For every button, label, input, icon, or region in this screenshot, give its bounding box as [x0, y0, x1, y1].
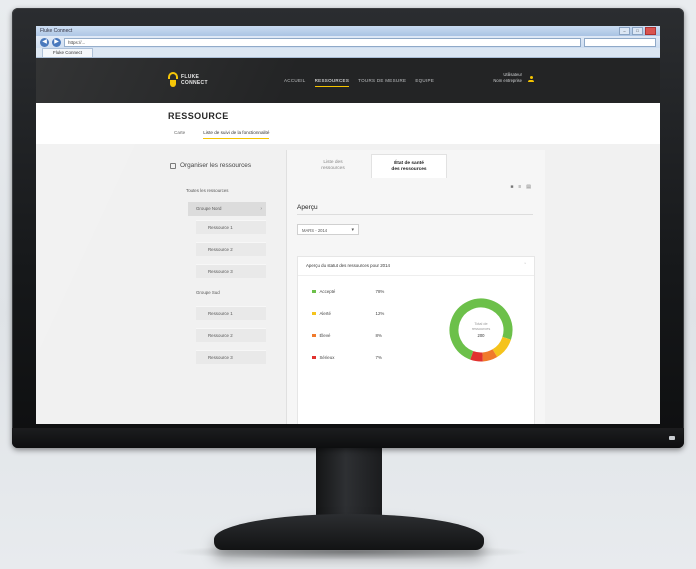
- main-nav: ACCUEIL RESSOURCES TOURS DE MESURE EQUIP…: [284, 78, 434, 87]
- close-icon[interactable]: [645, 27, 656, 35]
- power-button-icon: [669, 436, 675, 440]
- legend-value: 78%: [375, 289, 385, 294]
- status-card: Aperçu du statut des ressources pour 201…: [297, 256, 535, 424]
- browser-title-bar: Fluke Connect – □: [36, 26, 660, 36]
- list-icon[interactable]: ≡: [518, 184, 521, 190]
- sidebar-item-label: Groupe Nord: [196, 206, 222, 211]
- logo-line2: CONNECT: [181, 80, 208, 86]
- back-button[interactable]: ◀: [40, 37, 49, 47]
- donut-center-label: Total de ressources: [471, 321, 491, 331]
- subtab-carte[interactable]: Carte: [174, 130, 185, 139]
- organize-resources-button[interactable]: Organiser les ressources: [170, 162, 251, 169]
- window-controls: – □: [619, 27, 656, 35]
- chart-icon[interactable]: ▤: [526, 184, 531, 190]
- legend-item: Sérieux 7%: [312, 355, 412, 360]
- address-bar[interactable]: https://...: [64, 37, 581, 47]
- browser-address-row: ◀ ▶ https://...: [36, 36, 660, 48]
- divider: [297, 214, 533, 215]
- legend-label: Accepté: [319, 289, 336, 294]
- monitor-chin: [12, 428, 684, 448]
- nav-ressources[interactable]: RESSOURCES: [314, 78, 350, 87]
- chevron-right-icon: ›: [260, 206, 262, 212]
- grid-icon[interactable]: ■: [510, 184, 513, 190]
- legend-swatch: [312, 333, 316, 338]
- legend-label: Alerté: [319, 311, 331, 316]
- browser-tab-row: Fluke Connect: [36, 48, 660, 58]
- fluke-connect-logo[interactable]: FLUKE CONNECT: [168, 72, 208, 88]
- sidebar-item-ressource[interactable]: Ressource 2: [196, 242, 266, 256]
- window-title: Fluke Connect: [40, 28, 73, 34]
- sidebar-item-ressource[interactable]: Ressource 1: [196, 306, 266, 320]
- user-company: Nom entreprise: [493, 78, 522, 83]
- nav-equipe[interactable]: EQUIPE: [415, 78, 434, 87]
- card-header[interactable]: Aperçu du statut des ressources pour 201…: [298, 257, 534, 276]
- legend-label: Sérieux: [319, 355, 335, 360]
- donut-center-value: 200: [477, 333, 485, 339]
- chevron-down-icon: ˇ: [524, 263, 526, 269]
- legend-value: 8%: [375, 333, 382, 338]
- main-content: Organiser les ressources Toutes les ress…: [36, 144, 660, 424]
- app-header: FLUKE CONNECT ACCUEIL RESSOURCES TOURS D…: [36, 58, 660, 103]
- legend-swatch: [312, 355, 316, 360]
- browser-search-input[interactable]: [584, 37, 656, 47]
- user-icon[interactable]: [528, 76, 534, 82]
- status-donut-chart: Total de ressources 200: [446, 295, 516, 365]
- sidebar-item-groupe-sud[interactable]: Groupe Sud: [188, 286, 266, 300]
- logo-text: FLUKE CONNECT: [181, 74, 208, 86]
- page-header: RESSOURCE Carte Liste de suivi de la fon…: [36, 103, 660, 146]
- donut-center: Total de ressources 200: [446, 295, 516, 365]
- tab-label: des ressources: [391, 166, 427, 172]
- fluke-logo-icon: [168, 72, 178, 88]
- sidebar-item-ressource[interactable]: Ressource 3: [196, 264, 266, 278]
- chevron-down-icon: ▾: [351, 227, 354, 233]
- card-title: Aperçu du statut des ressources pour 201…: [306, 263, 390, 268]
- organize-icon: [170, 162, 176, 169]
- tab-liste-ressources[interactable]: Liste des ressources: [295, 154, 371, 178]
- nav-accueil[interactable]: ACCUEIL: [284, 78, 306, 87]
- page-title: RESSOURCE: [168, 111, 229, 121]
- minimize-icon[interactable]: –: [619, 27, 630, 35]
- maximize-icon[interactable]: □: [632, 27, 643, 35]
- sidebar-item-ressource[interactable]: Ressource 3: [196, 350, 266, 364]
- period-select[interactable]: MARS - 2014 ▾: [297, 224, 359, 235]
- user-menu[interactable]: Utilisateur Nom entreprise: [493, 72, 522, 84]
- legend-item: Accepté 78%: [312, 289, 412, 294]
- page-subtabs: Carte Liste de suivi de la fonctionnalit…: [174, 130, 270, 139]
- organize-label: Organiser les ressources: [180, 162, 252, 169]
- legend-item: Élevé 8%: [312, 333, 412, 338]
- tab-etat-sante[interactable]: État de santé des ressources: [371, 154, 447, 178]
- monitor-stand-neck: [316, 446, 382, 524]
- sidebar-item-ressource[interactable]: Ressource 2: [196, 328, 266, 342]
- monitor-screen: Fluke Connect – □ ◀ ▶ https://... Fluke …: [36, 26, 660, 424]
- forward-button[interactable]: ▶: [52, 37, 61, 47]
- section-title: Aperçu: [297, 204, 318, 211]
- legend-swatch: [312, 289, 316, 294]
- subtab-liste-suivi[interactable]: Liste de suivi de la fonctionnalité: [203, 130, 270, 139]
- period-value: MARS - 2014: [302, 228, 328, 233]
- legend-value: 12%: [375, 311, 385, 316]
- sidebar-item-toutes-ressources[interactable]: Toutes les ressources: [186, 184, 228, 198]
- legend-label: Élevé: [319, 333, 331, 338]
- browser-tab[interactable]: Fluke Connect: [42, 48, 94, 57]
- monitor-stand-base: [214, 514, 484, 550]
- legend-item: Alerté 12%: [312, 311, 412, 316]
- sidebar: Organiser les ressources Toutes les ress…: [162, 150, 280, 424]
- resource-panel: Liste des ressources État de santé des r…: [286, 150, 545, 424]
- resource-tabs: Liste des ressources État de santé des r…: [295, 154, 447, 178]
- sidebar-item-groupe-nord[interactable]: Groupe Nord ›: [188, 202, 266, 216]
- tab-label: ressources: [321, 165, 345, 171]
- legend-value: 7%: [375, 355, 382, 360]
- sidebar-item-ressource[interactable]: Ressource 1: [196, 220, 266, 234]
- nav-tours-de-mesure[interactable]: TOURS DE MESURE: [358, 78, 406, 87]
- legend-swatch: [312, 311, 316, 316]
- view-toggle: ■ ≡ ▤: [510, 184, 531, 190]
